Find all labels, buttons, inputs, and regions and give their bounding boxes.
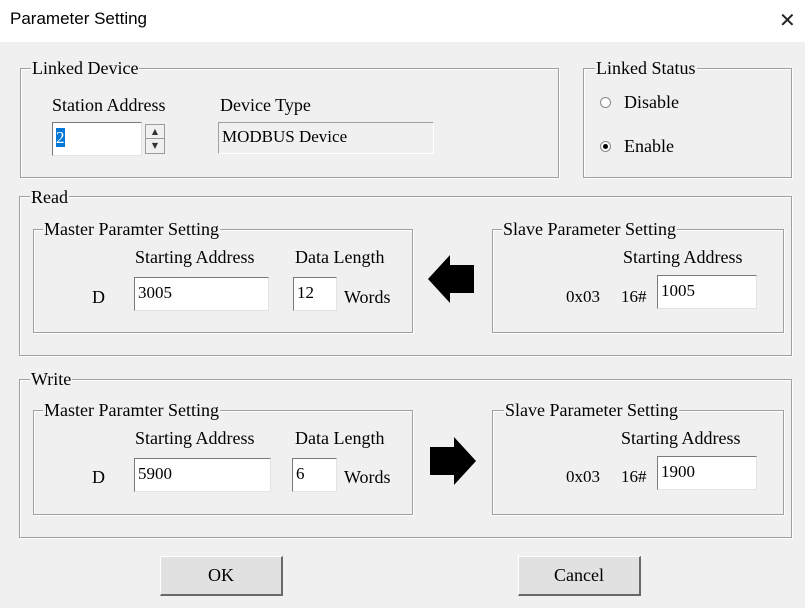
device-type-field: MODBUS Device (218, 122, 434, 154)
write-master-legend: Master Paramter Setting (43, 400, 220, 420)
station-address-input[interactable]: 2 (52, 122, 142, 156)
linked-status-legend: Linked Status (595, 58, 697, 78)
write-slave-function-code: 0x03 (566, 467, 600, 486)
read-master-starting-address-label: Starting Address (135, 247, 255, 267)
read-legend: Read (30, 187, 69, 207)
read-master-legend: Master Paramter Setting (43, 219, 220, 239)
write-master-data-length-label: Data Length (295, 428, 385, 448)
write-slave-starting-address-input[interactable]: 1900 (657, 456, 757, 490)
read-slave-hex-prefix: 16# (621, 287, 647, 306)
window-title: Parameter Setting (10, 9, 148, 28)
write-master-data-length-input[interactable]: 6 (292, 458, 337, 492)
linked-device-legend: Linked Device (31, 58, 140, 78)
read-slave-starting-address-label: Starting Address (623, 247, 743, 267)
write-master-unit: Words (344, 467, 391, 487)
read-slave-legend: Slave Parameter Setting (502, 219, 677, 239)
close-icon[interactable]: ✕ (779, 8, 796, 32)
read-slave-function-code: 0x03 (566, 287, 600, 306)
radio-enable-label[interactable]: Enable (624, 136, 674, 156)
write-slave-starting-address-label: Starting Address (621, 428, 741, 448)
device-type-label: Device Type (220, 95, 311, 115)
ok-button[interactable]: OK (160, 556, 283, 596)
station-address-spinner[interactable]: ▲ ▼ (145, 124, 165, 154)
write-master-device-prefix: D (92, 467, 105, 487)
read-master-data-length-input[interactable]: 12 (293, 277, 337, 311)
station-address-value: 2 (56, 128, 65, 147)
write-slave-legend: Slave Parameter Setting (504, 400, 679, 420)
read-slave-starting-address-input[interactable]: 1005 (657, 275, 757, 309)
write-slave-hex-prefix: 16# (621, 467, 647, 486)
radio-disable[interactable] (600, 97, 611, 108)
cancel-button[interactable]: Cancel (518, 556, 641, 596)
read-master-device-prefix: D (92, 287, 105, 307)
arrow-right-icon (430, 437, 476, 485)
write-master-starting-address-input[interactable]: 5900 (134, 458, 271, 492)
read-master-starting-address-input[interactable]: 3005 (134, 277, 269, 311)
station-address-label: Station Address (52, 95, 166, 115)
radio-disable-label[interactable]: Disable (624, 92, 679, 112)
write-legend: Write (30, 369, 73, 389)
radio-enable[interactable] (600, 141, 611, 152)
read-master-unit: Words (344, 287, 391, 307)
read-master-data-length-label: Data Length (295, 247, 385, 267)
arrow-left-icon (428, 255, 474, 303)
spin-down-icon[interactable]: ▼ (146, 139, 164, 153)
write-master-starting-address-label: Starting Address (135, 428, 255, 448)
linked-status-group (583, 68, 792, 178)
spin-up-icon[interactable]: ▲ (146, 125, 164, 139)
